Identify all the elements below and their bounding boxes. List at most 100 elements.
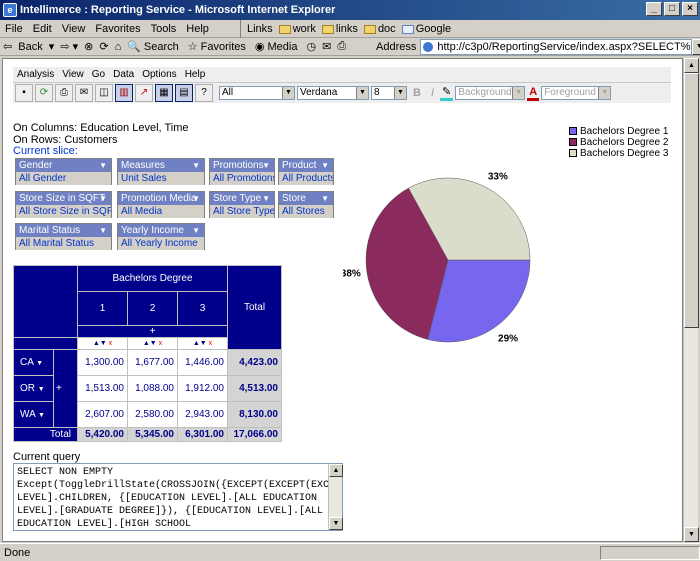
sort-controls[interactable]: ▲▼ x <box>177 337 228 350</box>
app-menu-data[interactable]: Data <box>109 69 138 80</box>
help-icon[interactable]: ? <box>195 84 213 102</box>
save-icon[interactable]: ▪ <box>15 84 33 102</box>
table-cell: 2,607.00 <box>77 401 128 428</box>
menu-favorites[interactable]: Favorites <box>90 23 145 35</box>
font-value: Verdana <box>300 87 338 98</box>
page-scrollbar[interactable]: ▲ ▼ <box>683 58 699 542</box>
app-toolbar: ▪ ⟳ ⎙ ✉ ◫ ▥ ↗ ▦ ▤ ? All ▼ Verdana ▼ 8 ▼ B I… <box>13 83 671 103</box>
dimension-store-size[interactable]: Store Size in SQFT ▼ All Store Size in SQF… <box>15 191 112 218</box>
background-select[interactable]: Background ▼ <box>455 86 526 100</box>
query-scrollbar[interactable]: ▲ ▼ <box>328 464 343 530</box>
search-button[interactable]: 🔍 Search <box>124 40 185 53</box>
media-label: Media <box>267 41 298 53</box>
app-menu-analysis[interactable]: Analysis <box>13 69 58 80</box>
forward-button[interactable]: ⇨ ▾ <box>57 40 81 53</box>
refresh-icon[interactable]: ⟳ <box>35 84 53 102</box>
history-icon[interactable]: ◷ <box>303 40 319 53</box>
dimension-value: All Stores <box>279 205 333 218</box>
menu-file[interactable]: File <box>0 23 28 35</box>
dimension-gender[interactable]: Gender ▼ All Gender <box>15 158 112 185</box>
table-cell: 1,513.00 <box>77 375 128 402</box>
app-menu-go[interactable]: Go <box>88 69 109 80</box>
menu-help[interactable]: Help <box>181 23 214 35</box>
link-links[interactable]: links <box>321 23 358 35</box>
links-label: Links <box>247 23 273 35</box>
export-icon[interactable]: ◫ <box>95 84 113 102</box>
menu-edit[interactable]: Edit <box>28 23 57 35</box>
pivot-corner-bottom <box>13 337 78 350</box>
legend-label: Bachelors Degree 3 <box>580 148 669 159</box>
media-button[interactable]: ◉ Media <box>252 40 304 53</box>
app-menu-help[interactable]: Help <box>181 69 210 80</box>
scroll-up-icon[interactable]: ▲ <box>684 58 699 73</box>
window-title: Intellimerce : Reporting Service - Micro… <box>20 4 336 16</box>
legend-swatch <box>569 127 577 136</box>
app-menu-view[interactable]: View <box>58 69 88 80</box>
table-icon[interactable]: ▤ <box>175 84 193 102</box>
dimension-promotion-media[interactable]: Promotion Media ▼ All Media <box>117 191 205 218</box>
foreground-color-icon[interactable]: A <box>527 86 540 101</box>
legend-swatch <box>569 149 577 158</box>
app-menu-bar: Analysis View Go Data Options Help <box>13 67 671 83</box>
dimension-marital-status[interactable]: Marital Status ▼ All Marital Status <box>15 223 112 250</box>
font-select[interactable]: Verdana ▼ <box>297 86 369 100</box>
link-google[interactable]: Google <box>401 23 451 35</box>
dimension-product[interactable]: Product ▼ All Products <box>278 158 334 185</box>
favorites-button[interactable]: ☆ Favorites <box>185 40 252 53</box>
legend-item: Bachelors Degree 2 <box>569 137 668 148</box>
expand-rows-button[interactable]: + <box>54 383 77 394</box>
mail-icon[interactable]: ✉ <box>319 40 334 53</box>
sort-controls[interactable]: ▲▼ x <box>77 337 128 350</box>
dimension-yearly-income[interactable]: Yearly Income ▼ All Yearly Income <box>117 223 205 250</box>
print-icon[interactable]: ⎙ <box>55 84 73 102</box>
size-select[interactable]: 8 ▼ <box>371 86 407 100</box>
column-header[interactable]: 1 <box>77 291 128 326</box>
back-button[interactable]: ⇦ Back ▾ <box>0 40 57 53</box>
sort-controls[interactable]: ▲▼ x <box>127 337 178 350</box>
home-icon[interactable]: ⌂ <box>112 41 125 53</box>
line-chart-icon[interactable]: ↗ <box>135 84 153 102</box>
refresh-icon[interactable]: ⟳ <box>96 40 111 53</box>
columns-axis-info: On Columns: Education Level, Time <box>13 122 189 134</box>
bar-chart-icon[interactable]: ▥ <box>115 84 133 102</box>
link-work[interactable]: work <box>278 23 316 35</box>
grid-icon[interactable]: ▦ <box>155 84 173 102</box>
filter-select[interactable]: All ▼ <box>219 86 295 100</box>
column-group-header[interactable]: Bachelors Degree <box>77 265 228 292</box>
column-header[interactable]: 3 <box>177 291 228 326</box>
query-textarea[interactable]: SELECT NON EMPTY Except(ToggleDrillState… <box>13 463 343 531</box>
dimension-store[interactable]: Store ▼ All Stores <box>278 191 334 218</box>
italic-button[interactable]: I <box>427 87 438 99</box>
app-menu-options[interactable]: Options <box>138 69 180 80</box>
maximize-icon[interactable]: □ <box>664 2 680 16</box>
dimension-name: Promotions <box>213 160 264 171</box>
email-icon[interactable]: ✉ <box>75 84 93 102</box>
print-icon[interactable]: ⎙ <box>334 40 349 53</box>
column-header[interactable]: 2 <box>127 291 178 326</box>
dimension-store-type[interactable]: Store Type ▼ All Store Type <box>209 191 275 218</box>
current-slice-link[interactable]: Current slice: <box>13 145 78 157</box>
scroll-up-icon[interactable]: ▲ <box>329 464 343 477</box>
row-header-wa[interactable]: WA ▼ <box>13 401 54 428</box>
scroll-down-icon[interactable]: ▼ <box>329 517 343 530</box>
scroll-down-icon[interactable]: ▼ <box>684 527 699 542</box>
close-icon[interactable]: × <box>682 2 698 16</box>
page-content: Analysis View Go Data Options Help ▪ ⟳ ⎙… <box>2 58 683 542</box>
row-header-ca[interactable]: CA ▼ <box>13 349 54 376</box>
bold-button[interactable]: B <box>409 87 425 99</box>
expand-columns-button[interactable]: + <box>77 325 228 338</box>
dimension-promotions[interactable]: Promotions ▼ All Promotions <box>209 158 275 185</box>
dimension-measures[interactable]: Measures ▼ Unit Sales <box>117 158 205 185</box>
stop-icon[interactable]: ⊗ <box>81 40 96 53</box>
foreground-select[interactable]: Foreground ▼ <box>541 86 612 100</box>
address-dropdown-icon[interactable]: ▼ <box>692 39 700 55</box>
scroll-thumb[interactable] <box>684 73 699 328</box>
row-header-or[interactable]: OR ▼ <box>13 375 54 402</box>
menu-tools[interactable]: Tools <box>146 23 182 35</box>
menu-view[interactable]: View <box>57 23 91 35</box>
link-doc[interactable]: doc <box>363 23 396 35</box>
pie-data-label: 33% <box>488 172 508 183</box>
background-color-icon[interactable]: ✎ <box>440 85 454 101</box>
minimize-icon[interactable]: _ <box>646 2 662 16</box>
address-input[interactable]: http://c3p0/ReportingService/index.aspx?… <box>420 39 693 55</box>
